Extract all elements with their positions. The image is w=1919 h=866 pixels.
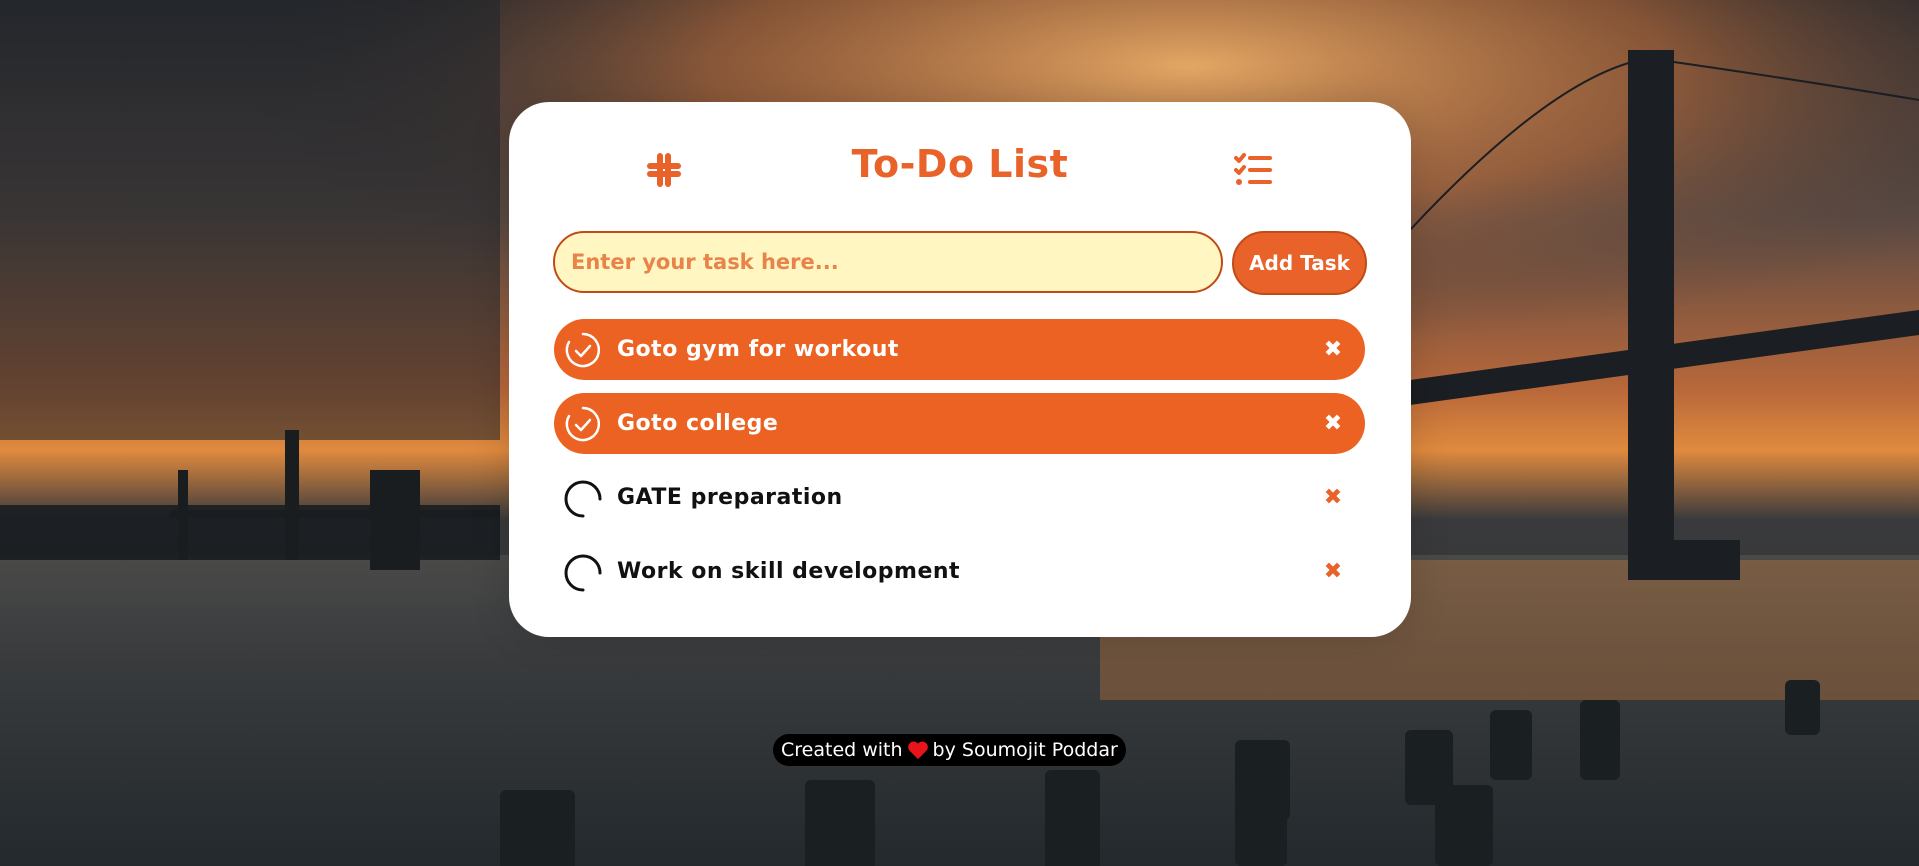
page-title: To-Do List xyxy=(851,142,1069,186)
footer-credit: Created with by Soumojit Poddar xyxy=(773,734,1126,766)
close-icon[interactable]: ✖ xyxy=(1319,484,1347,512)
task-item[interactable]: Goto gym for workout ✖ xyxy=(554,319,1365,380)
task-label: GATE preparation xyxy=(617,485,843,510)
checked-circle-icon[interactable] xyxy=(563,330,603,370)
task-item[interactable]: Goto college ✖ xyxy=(554,393,1365,454)
footer-suffix[interactable]: by Soumojit Poddar xyxy=(933,739,1118,761)
task-input[interactable] xyxy=(553,231,1223,293)
checked-circle-icon[interactable] xyxy=(563,404,603,444)
todo-card: To-Do List Add Task Goto gym for workout… xyxy=(509,102,1411,637)
task-item[interactable]: Work on skill development ✖ xyxy=(554,541,1365,602)
task-list: Goto gym for workout ✖ Goto college ✖ GA… xyxy=(554,319,1365,615)
task-label: Goto college xyxy=(617,411,779,436)
heart-icon xyxy=(907,741,928,760)
footer-prefix: Created with xyxy=(781,739,903,761)
task-label: Work on skill development xyxy=(617,559,961,584)
add-task-button[interactable]: Add Task xyxy=(1232,231,1367,295)
unchecked-circle-icon[interactable] xyxy=(563,478,603,518)
unchecked-circle-icon[interactable] xyxy=(563,552,603,592)
task-item[interactable]: GATE preparation ✖ xyxy=(554,467,1365,528)
close-icon[interactable]: ✖ xyxy=(1319,410,1347,438)
close-icon[interactable]: ✖ xyxy=(1319,558,1347,586)
close-icon[interactable]: ✖ xyxy=(1319,336,1347,364)
list-check-icon xyxy=(1234,153,1272,185)
task-label: Goto gym for workout xyxy=(617,337,899,362)
